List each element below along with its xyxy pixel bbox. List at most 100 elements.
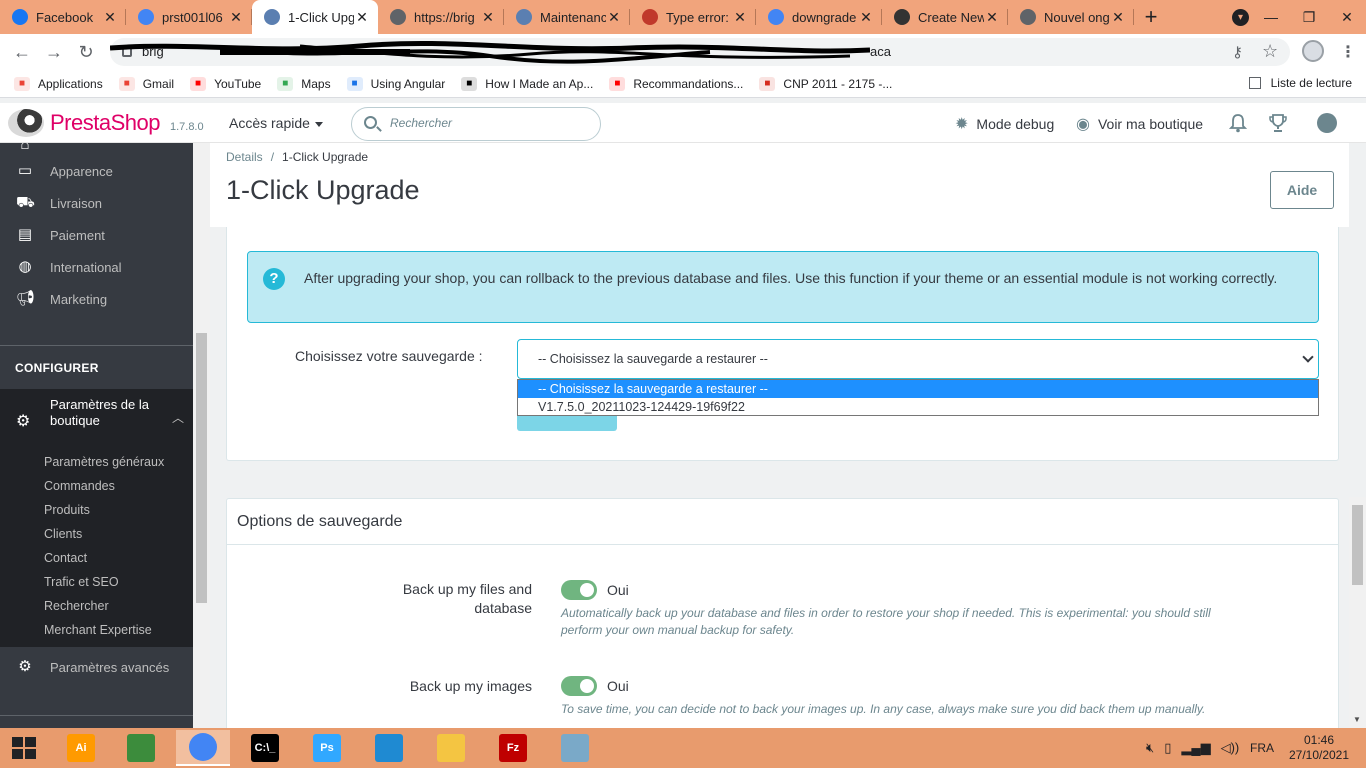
quick-access-dropdown[interactable]: Accès rapide <box>229 115 323 131</box>
backup-files-toggle[interactable] <box>561 580 597 600</box>
shop-parameters-label: Paramètres de la boutique <box>50 397 149 428</box>
sidebar-item[interactable]: ▤ Paiement <box>0 219 193 251</box>
breadcrumb-separator: / <box>270 150 275 164</box>
close-tab-icon[interactable]: ✕ <box>102 9 118 26</box>
sidebar-item-advanced-parameters[interactable]: ⚙ Paramètres avancés <box>0 651 193 683</box>
sidebar-item[interactable]: ⛟ Livraison <box>0 187 193 219</box>
sidebar-scroll-thumb[interactable] <box>196 333 207 603</box>
close-window-icon[interactable]: ✕ <box>1328 9 1366 26</box>
close-tab-icon[interactable]: ✕ <box>606 9 622 26</box>
help-button[interactable]: Aide <box>1270 171 1334 209</box>
sidebar-item[interactable]: 📢︎ Marketing <box>0 283 193 315</box>
taskbar-app[interactable]: C:\_ <box>238 730 292 766</box>
backup-option[interactable]: V1.7.5.0_20211023-124429-19f69f22 <box>518 398 1318 416</box>
back-icon[interactable]: ← <box>6 42 38 63</box>
sidebar-subitem[interactable]: Clients <box>0 522 193 546</box>
backup-images-toggle[interactable] <box>561 676 597 696</box>
speaker-muted-icon[interactable]: 🔇︎ <box>1146 740 1154 756</box>
battery-icon[interactable]: ▯ <box>1164 740 1171 756</box>
sidebar-subitem[interactable]: Produits <box>0 498 193 522</box>
taskbar-app[interactable] <box>424 730 478 766</box>
sidebar-item-shop-parameters[interactable]: ⚙ Paramètres de la boutique ︿ <box>0 389 193 447</box>
sidebar-subitem[interactable]: Paramètres généraux <box>0 450 193 474</box>
browser-tab[interactable]: Create New ✕ <box>882 0 1008 34</box>
browser-tab[interactable]: downgrade ✕ <box>756 0 882 34</box>
close-tab-icon[interactable]: ✕ <box>228 9 244 26</box>
prestashop-logo[interactable]: PrestaShop 1.7.8.0 <box>8 109 204 137</box>
network-icon[interactable]: ▂▄▆ <box>1181 740 1210 756</box>
sidebar-subitem[interactable]: Commandes <box>0 474 193 498</box>
view-shop-link[interactable]: ◉ Voir ma boutique <box>1076 114 1203 134</box>
address-bar[interactable]: brig aca ⚷ ☆ <box>110 38 1290 66</box>
bookmark-item[interactable]: ■ How I Made an Ap... <box>461 76 594 91</box>
close-tab-icon[interactable]: ✕ <box>1110 9 1126 26</box>
bookmark-item[interactable]: ■ Using Angular <box>346 76 445 91</box>
browser-tab[interactable]: Maintenanc ✕ <box>504 0 630 34</box>
cog-box-icon: ⚙ <box>18 658 32 675</box>
sidebar-subitem[interactable]: Rechercher <box>0 594 193 618</box>
bookmark-item[interactable]: ■ Applications <box>14 76 103 91</box>
browser-tab[interactable]: Type error: ✕ <box>630 0 756 34</box>
taskbar-app[interactable] <box>548 730 602 766</box>
reading-list-icon <box>1248 77 1261 89</box>
page-scrollbar[interactable]: ▼ <box>1349 497 1366 728</box>
browser-tab[interactable]: 1-Click Upg ✕ <box>252 0 378 34</box>
taskbar-app[interactable] <box>114 730 168 766</box>
taskbar-clock[interactable]: 01:46 27/10/2021 <box>1284 733 1354 763</box>
browser-tab[interactable]: Nouvel ong ✕ <box>1008 0 1134 34</box>
restore-icon[interactable]: ❐ <box>1290 9 1328 26</box>
sidebar-scrollbar[interactable] <box>193 143 210 728</box>
new-tab-button[interactable]: + <box>1134 0 1168 34</box>
trophy-icon[interactable] <box>1268 113 1288 133</box>
backup-select-value: -- Choisissez la sauvegarde a restaurer … <box>538 352 768 366</box>
sidebar-item-label: Marketing <box>50 291 108 307</box>
browser-tab[interactable]: https://brig ✕ <box>378 0 504 34</box>
close-tab-icon[interactable]: ✕ <box>858 9 874 26</box>
scroll-down-icon[interactable]: ▼ <box>1353 715 1361 724</box>
close-tab-icon[interactable]: ✕ <box>354 9 370 26</box>
close-tab-icon[interactable]: ✕ <box>732 9 748 26</box>
browser-tab[interactable]: prst001l06 ✕ <box>126 0 252 34</box>
windows-start-icon[interactable] <box>12 737 36 759</box>
search-input[interactable] <box>390 116 590 130</box>
reload-icon[interactable]: ↻ <box>70 42 102 63</box>
sidebar-item[interactable]: ▭ Apparence <box>0 155 193 187</box>
input-language[interactable]: FRA <box>1250 741 1274 755</box>
taskbar-app[interactable]: Fz <box>486 730 540 766</box>
key-icon[interactable]: ⚷ <box>1232 43 1243 61</box>
debug-mode-link[interactable]: ✹ Mode debug <box>955 114 1054 134</box>
browser-tab[interactable]: Facebook ✕ <box>0 0 126 34</box>
bell-icon[interactable] <box>1229 113 1247 133</box>
bookmark-star-icon[interactable]: ☆ <box>1262 41 1278 62</box>
sidebar-subitem[interactable]: Merchant Expertise <box>0 618 193 642</box>
user-avatar-icon[interactable] <box>1317 113 1337 133</box>
taskbar-app[interactable] <box>362 730 416 766</box>
close-tab-icon[interactable]: ✕ <box>480 9 496 26</box>
bookmark-item[interactable]: ■ YouTube <box>190 76 261 91</box>
bookmark-label: How I Made an Ap... <box>485 76 594 91</box>
bookmark-item[interactable]: ■ Gmail <box>118 76 174 91</box>
backup-select[interactable]: -- Choisissez la sauvegarde a restaurer … <box>517 339 1319 379</box>
bookmark-item[interactable]: ■ Recommandations... <box>609 76 743 91</box>
profile-avatar[interactable] <box>1302 40 1324 62</box>
backup-select-dropdown: -- Choisissez la sauvegarde a restaurer … <box>517 379 1319 416</box>
sidebar-item[interactable]: ◍ International <box>0 251 193 283</box>
forward-icon[interactable]: → <box>38 42 70 63</box>
taskbar-app[interactable]: Ps <box>300 730 354 766</box>
sound-icon[interactable]: ◁)) <box>1221 740 1240 756</box>
close-tab-icon[interactable]: ✕ <box>984 9 1000 26</box>
sidebar-subitem[interactable]: Contact <box>0 546 193 570</box>
tab-search-icon[interactable]: ▾ <box>1232 9 1249 26</box>
bookmark-item[interactable]: ■ CNP 2011 - 2175 -... <box>759 76 892 91</box>
page-scroll-thumb[interactable] <box>1352 505 1363 585</box>
minimize-icon[interactable]: — <box>1252 9 1290 25</box>
sidebar-subitem[interactable]: Trafic et SEO <box>0 570 193 594</box>
breadcrumb-parent[interactable]: Details <box>226 150 263 164</box>
reading-list-button[interactable]: Liste de lecture <box>1248 76 1352 90</box>
backup-option[interactable]: -- Choisissez la sauvegarde a restaurer … <box>518 380 1318 398</box>
taskbar-app[interactable] <box>176 730 230 766</box>
browser-menu-icon[interactable]: ⋮ <box>1340 42 1356 62</box>
taskbar-app[interactable]: Ai <box>54 730 108 766</box>
notepad-icon <box>127 734 155 762</box>
bookmark-item[interactable]: ■ Maps <box>277 76 331 91</box>
